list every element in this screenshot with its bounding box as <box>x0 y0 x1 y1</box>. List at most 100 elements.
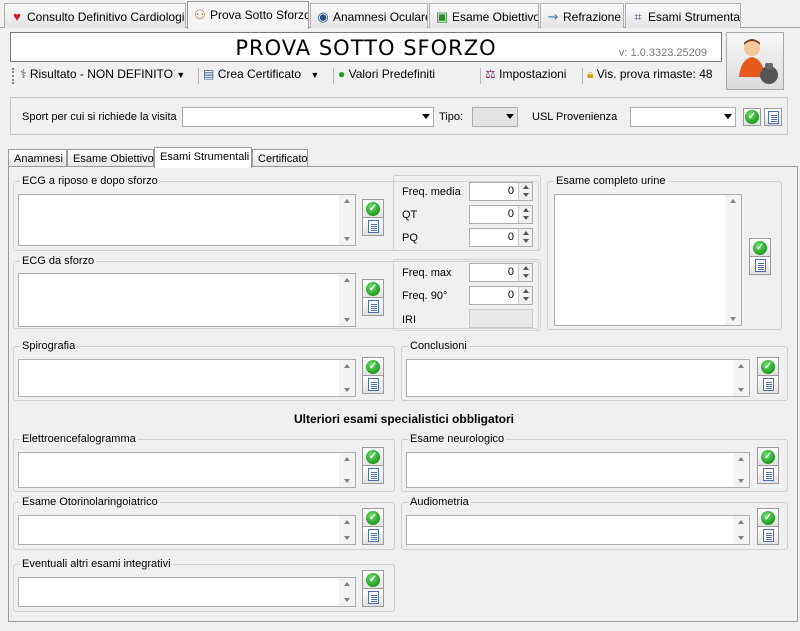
audio-label: Audiometria <box>408 496 471 508</box>
conclusioni-textarea[interactable] <box>406 359 750 397</box>
oto-textarea[interactable] <box>18 515 356 545</box>
eeg-notes-button[interactable] <box>362 465 384 484</box>
sport-select[interactable] <box>182 107 434 127</box>
spirografia-default-button[interactable]: ✓ <box>362 357 384 376</box>
spirografia-notes-button[interactable] <box>362 375 384 394</box>
tab-consulto-cardiologico[interactable]: ♥ Consulto Definitivo Cardiologico <box>4 3 186 28</box>
neuro-group: Esame neurologico ✓ <box>401 433 788 492</box>
tab-esame-obiettivo-inner[interactable]: Esame Obiettivo <box>67 149 154 167</box>
ecg-stress-notes-button[interactable] <box>362 297 384 316</box>
usl-label: USL Provenienza <box>532 111 618 123</box>
confirm-usl-button[interactable]: ✓ <box>743 108 761 126</box>
edit-document-icon <box>767 110 779 124</box>
eeg-textarea[interactable] <box>18 452 356 488</box>
ecg-stress-default-button[interactable]: ✓ <box>362 279 384 298</box>
conclusioni-notes-button[interactable] <box>757 375 779 394</box>
scrollbar[interactable] <box>339 274 355 326</box>
check-icon: ✓ <box>366 359 380 374</box>
result-dropdown[interactable]: ⚕ Risultato - NON DEFINITO ▼ <box>20 67 185 81</box>
tab-esame-obiettivo[interactable]: ▣ Esame Obiettivo <box>429 3 539 28</box>
check-icon: ✓ <box>366 449 380 464</box>
altri-notes-button[interactable] <box>362 588 384 607</box>
top-tab-strip: ♥ Consulto Definitivo Cardiologico ⚇ Pro… <box>0 0 800 29</box>
audio-notes-button[interactable] <box>757 526 779 545</box>
spirografia-textarea[interactable] <box>18 359 356 397</box>
scrollbar[interactable] <box>733 516 749 544</box>
scrollbar[interactable] <box>339 578 355 606</box>
ecg-rest-textarea[interactable] <box>18 194 356 246</box>
settings-icon: ⚖ <box>485 67 496 81</box>
oto-label: Esame Otorinolaringoiatrico <box>20 496 160 508</box>
page-header: PROVA SOTTO SFORZO v: 1.0.3323.25209 <box>10 32 722 62</box>
urine-notes-button[interactable] <box>749 256 771 275</box>
iri-field <box>469 309 533 328</box>
urine-default-button[interactable]: ✓ <box>749 238 771 257</box>
default-values-button[interactable]: ● Valori Predefiniti <box>338 67 435 81</box>
ecg-stress-label: ECG da sforzo <box>20 255 97 267</box>
edit-usl-button[interactable] <box>764 108 782 126</box>
refraction-icon: ⇝ <box>547 9 559 24</box>
strumentali-panel: ECG a riposo e dopo sforzo ✓ Freq. media… <box>8 166 798 622</box>
ecg-rest-notes-button[interactable] <box>362 217 384 236</box>
eeg-group: Elettroencefalogramma ✓ <box>13 433 395 492</box>
freq-max-spinner[interactable]: 0 <box>469 263 533 282</box>
tab-prova-sotto-sforzo[interactable]: ⚇ Prova Sotto Sforzo <box>187 1 309 29</box>
neuro-notes-button[interactable] <box>757 465 779 484</box>
ecg-rest-default-button[interactable]: ✓ <box>362 199 384 218</box>
freq-90-spinner[interactable]: 0 <box>469 286 533 305</box>
altri-default-button[interactable]: ✓ <box>362 570 384 589</box>
scrollbar[interactable] <box>733 453 749 487</box>
tab-refrazione[interactable]: ⇝ Refrazione <box>540 3 624 28</box>
check-icon: ✓ <box>366 281 380 296</box>
audio-default-button[interactable]: ✓ <box>757 508 779 527</box>
scrollbar[interactable] <box>339 360 355 396</box>
altri-textarea[interactable] <box>18 577 356 607</box>
document-icon: ▤ <box>203 67 215 81</box>
settings-button[interactable]: ⚖ Impostazioni <box>485 67 566 81</box>
oto-default-button[interactable]: ✓ <box>362 508 384 527</box>
scrollbar[interactable] <box>339 516 355 544</box>
urine-textarea[interactable] <box>554 194 742 326</box>
create-certificate-button[interactable]: ▤ Crea Certificato ▼ <box>203 67 319 81</box>
scrollbar[interactable] <box>339 195 355 245</box>
conclusioni-default-button[interactable]: ✓ <box>757 357 779 376</box>
pq-spinner[interactable]: 0 <box>469 228 533 247</box>
neuro-textarea[interactable] <box>406 452 750 488</box>
spirografia-label: Spirografia <box>20 340 78 352</box>
neuro-default-button[interactable]: ✓ <box>757 447 779 466</box>
tab-certificato[interactable]: Certificato <box>252 149 308 167</box>
sport-bar: Sport per cui si richiede la visita Tipo… <box>10 97 788 135</box>
heart-icon: ♥ <box>13 9 21 24</box>
scrollbar[interactable] <box>725 195 741 325</box>
page-title: PROVA SOTTO SFORZO <box>235 36 497 60</box>
type-select[interactable] <box>472 107 518 127</box>
tab-esami-strumentali[interactable]: ⌗ Esami Strumentali <box>625 3 741 28</box>
chevron-down-icon: ▼ <box>176 70 186 80</box>
scrollbar[interactable] <box>733 360 749 396</box>
altri-label: Eventuali altri esami integrativi <box>20 558 173 570</box>
examination-icon: ▣ <box>435 9 449 24</box>
check-icon: ● <box>338 67 346 81</box>
tab-anamnesi[interactable]: Anamnesi <box>8 149 67 167</box>
conclusioni-label: Conclusioni <box>408 340 469 352</box>
further-exams-heading: Ulteriori esami specialistici obbligator… <box>293 412 515 426</box>
inner-tab-strip: Anamnesi Esame Obiettivo Esami Strumenta… <box>8 147 798 168</box>
qt-spinner[interactable]: 0 <box>469 205 533 224</box>
conclusioni-group: Conclusioni ✓ <box>401 340 788 401</box>
oto-notes-button[interactable] <box>362 526 384 545</box>
tab-esami-strumentali-inner[interactable]: Esami Strumentali <box>154 147 252 168</box>
chevron-down-icon <box>506 114 514 119</box>
freq-90-label: Freq. 90° <box>402 290 448 302</box>
eeg-default-button[interactable]: ✓ <box>362 447 384 466</box>
check-icon: ✓ <box>366 201 380 216</box>
check-icon: ✓ <box>366 572 380 587</box>
audio-textarea[interactable] <box>406 515 750 545</box>
check-icon: ✓ <box>366 510 380 525</box>
freq-media-spinner[interactable]: 0 <box>469 182 533 201</box>
scrollbar[interactable] <box>339 453 355 487</box>
neuro-label: Esame neurologico <box>408 433 507 445</box>
weightlifter-icon <box>739 39 778 84</box>
usl-select[interactable] <box>630 107 736 127</box>
ecg-stress-textarea[interactable] <box>18 273 356 327</box>
tab-anamnesi-oculare[interactable]: ◉ Anamnesi Oculare <box>310 3 428 28</box>
